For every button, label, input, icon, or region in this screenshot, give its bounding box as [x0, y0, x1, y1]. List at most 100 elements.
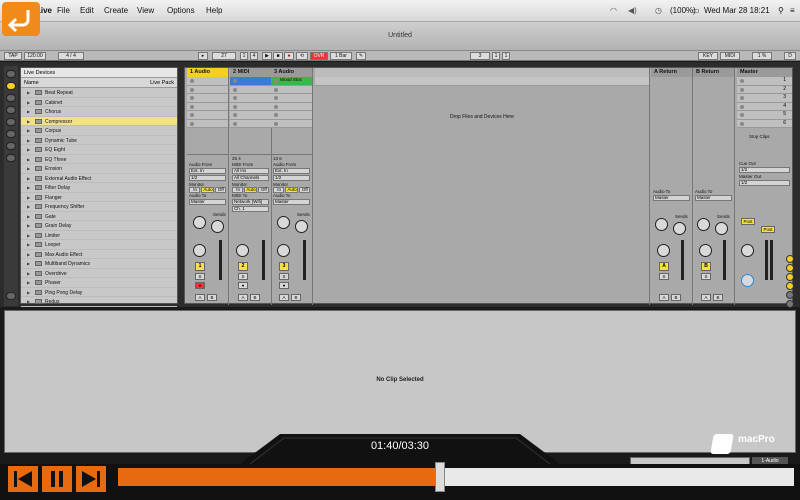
master-out-select[interactable]: 1/2: [739, 180, 790, 186]
menu-edit[interactable]: Edit: [80, 6, 94, 15]
pan-knob[interactable]: [657, 244, 670, 257]
pan-knob[interactable]: [699, 244, 712, 257]
tempo-field[interactable]: 120.00: [24, 52, 46, 60]
crossfade-b-button[interactable]: B: [250, 294, 260, 301]
send-b-knob[interactable]: [295, 220, 308, 233]
expand-icon[interactable]: ▶: [27, 280, 30, 285]
expand-icon[interactable]: ▶: [27, 290, 30, 295]
browser-item[interactable]: ▶ Phaser: [21, 278, 177, 288]
output-type-select[interactable]: Master: [653, 195, 690, 201]
browser-item[interactable]: ▶ Erosion: [21, 164, 177, 174]
input-type-select[interactable]: All Ins: [232, 168, 269, 174]
input-channel-select[interactable]: 1/2: [273, 175, 310, 181]
solo-button[interactable]: S: [279, 273, 289, 280]
browser-item[interactable]: ▶ Filter Delay: [21, 183, 177, 193]
crossfade-a-button[interactable]: A: [659, 294, 669, 301]
return-title[interactable]: A Return: [651, 68, 692, 77]
scene-launch[interactable]: 6: [737, 119, 792, 128]
scene-launch[interactable]: 1: [737, 77, 792, 86]
expand-icon[interactable]: ▶: [27, 223, 30, 228]
expand-icon[interactable]: ▶: [27, 176, 30, 181]
arm-button[interactable]: ●: [195, 282, 205, 289]
browser-item[interactable]: ▶ Ping Pong Delay: [21, 288, 177, 297]
clip-slot[interactable]: [187, 77, 228, 86]
expand-icon[interactable]: ▶: [27, 195, 30, 200]
expand-icon[interactable]: ▶: [27, 299, 30, 304]
stop-button[interactable]: ■: [273, 52, 283, 60]
output-type-select[interactable]: Master: [273, 199, 310, 205]
tap-button[interactable]: TAP: [4, 52, 22, 60]
progress-track[interactable]: [118, 462, 794, 492]
output-type-select[interactable]: Master: [189, 199, 226, 205]
track-activator[interactable]: 2: [238, 262, 248, 271]
menu-create[interactable]: Create: [104, 6, 128, 15]
clip-slot[interactable]: [271, 102, 312, 111]
arm-button[interactable]: ●: [238, 282, 248, 289]
send-a-knob[interactable]: [655, 218, 668, 231]
input-channel-select[interactable]: All Channels: [232, 175, 269, 181]
input-type-select[interactable]: Ext. In: [189, 168, 226, 174]
midi-button[interactable]: MIDI: [720, 52, 740, 60]
browser-item[interactable]: ▶ Cabinet: [21, 98, 177, 107]
browser-item[interactable]: ▶ Redux: [21, 297, 177, 307]
browser-item[interactable]: ▶ Frequency Shifter: [21, 202, 177, 212]
back-button[interactable]: [2, 2, 40, 36]
loop-start-sixteenth[interactable]: 1: [502, 52, 510, 60]
scene-launch[interactable]: 3: [737, 94, 792, 103]
play-button[interactable]: ▶: [262, 52, 272, 60]
next-button[interactable]: [76, 466, 106, 492]
browser-item[interactable]: ▶ Flanger: [21, 193, 177, 202]
monitor-off-button[interactable]: Off: [257, 187, 270, 193]
browser-item[interactable]: ▶ Corpus: [21, 126, 177, 136]
browser-item[interactable]: ▶ Limiter: [21, 231, 177, 240]
crossfade-b-button[interactable]: B: [207, 294, 217, 301]
arm-button[interactable]: ●: [279, 282, 289, 289]
drop-zone[interactable]: Drop Files and Devices Here: [315, 68, 650, 305]
plugins-icon[interactable]: [6, 94, 16, 102]
return-activator[interactable]: B: [701, 262, 711, 271]
browser-item[interactable]: ▶ External Audio Effect: [21, 174, 177, 183]
expand-icon[interactable]: ▶: [27, 242, 30, 247]
previous-button[interactable]: [8, 466, 38, 492]
crossfade-b-button[interactable]: B: [713, 294, 723, 301]
expand-icon[interactable]: ▶: [27, 204, 30, 209]
solo-button[interactable]: S: [195, 273, 205, 280]
search-icon[interactable]: ⚲: [778, 6, 784, 15]
library-icon[interactable]: [6, 142, 16, 150]
browser-item[interactable]: ▶ EQ Three: [21, 155, 177, 164]
clip-slot[interactable]: [271, 85, 312, 94]
draw-mode-icon[interactable]: ✎: [356, 52, 366, 60]
browser-item[interactable]: ▶ Beat Repeat: [21, 88, 177, 98]
folder-icon[interactable]: [6, 154, 16, 162]
track-activator[interactable]: 1: [195, 262, 205, 271]
scene-launch[interactable]: 5: [737, 111, 792, 120]
list-icon[interactable]: ≡: [790, 6, 795, 15]
scene-launch[interactable]: 2: [737, 85, 792, 94]
expand-icon[interactable]: ▶: [27, 185, 30, 190]
send-a-knob[interactable]: [697, 218, 710, 231]
loop-start-bar[interactable]: 3: [470, 52, 490, 60]
pause-button[interactable]: [42, 466, 72, 492]
ovr-button[interactable]: OVR: [310, 52, 328, 60]
quantize-menu[interactable]: 1 Bar: [330, 52, 352, 60]
expand-icon[interactable]: ▶: [27, 119, 30, 124]
input-type-select[interactable]: Ext. In: [273, 168, 310, 174]
clip-slot[interactable]: [187, 94, 228, 103]
clip-slot[interactable]: [230, 111, 271, 120]
cue-out-select[interactable]: 1/2: [739, 167, 790, 173]
track-title[interactable]: 1 Audio: [187, 68, 228, 77]
view-toggle-icon[interactable]: [786, 291, 794, 299]
browser-toggle-icon[interactable]: [6, 70, 16, 78]
expand-icon[interactable]: ▶: [27, 90, 30, 95]
clip-slot[interactable]: [230, 102, 271, 111]
input-channel-select[interactable]: 1/2: [189, 175, 226, 181]
track-title[interactable]: 2 MIDI: [230, 68, 271, 77]
master-title[interactable]: Master: [737, 68, 792, 77]
clip-slot[interactable]: [271, 111, 312, 120]
clip-slot[interactable]: Wood Stoc: [271, 77, 312, 86]
clip-slot[interactable]: [187, 119, 228, 128]
clip-slot[interactable]: [230, 85, 271, 94]
files-icon[interactable]: [6, 130, 16, 138]
progress-thumb[interactable]: [434, 462, 445, 492]
return-activator[interactable]: A: [659, 262, 669, 271]
